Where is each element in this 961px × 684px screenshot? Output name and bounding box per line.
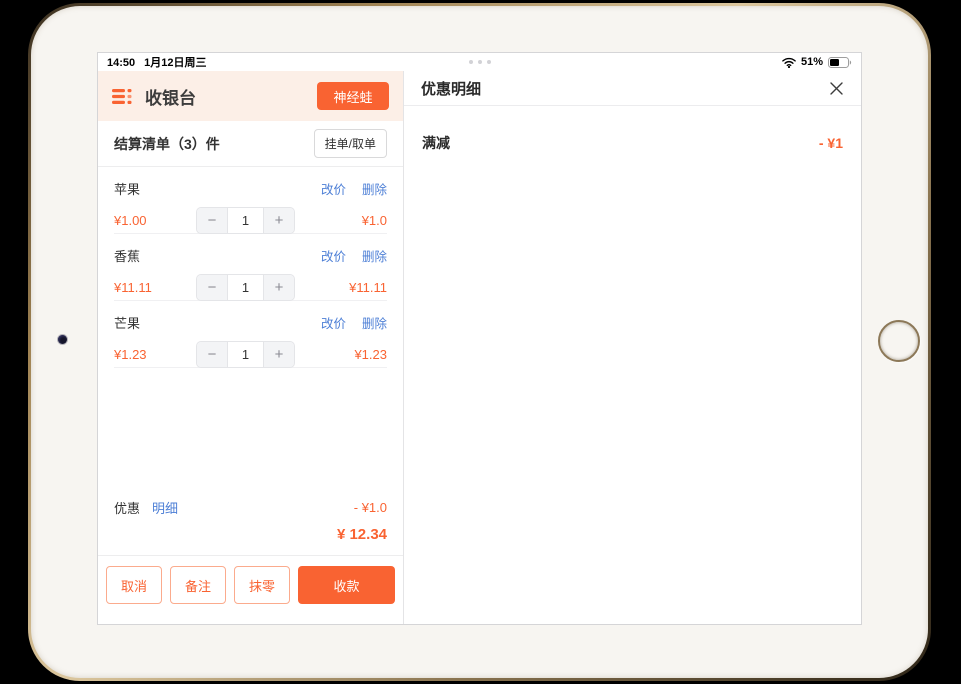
increase-qty-button[interactable]: +	[264, 275, 294, 300]
quantity-stepper: − 1 +	[196, 207, 295, 234]
qty-value: 1	[227, 275, 264, 300]
status-date: 1月12日周三	[144, 57, 206, 69]
app-screen: 14:50 1月12日周三 51%	[97, 52, 862, 625]
cart-item-row: 芒果 改价 删除 ¥1.23 − 1 +	[98, 301, 403, 368]
discount-row-value: - ¥1	[819, 135, 843, 151]
item-name: 苹果	[114, 179, 140, 198]
screenshot-stage: 14:50 1月12日周三 51%	[0, 0, 961, 684]
qty-value: 1	[227, 208, 264, 233]
status-bar: 14:50 1月12日周三 51%	[98, 53, 861, 71]
checkout-button[interactable]: 收款	[298, 566, 395, 604]
round-off-button[interactable]: 抹零	[234, 566, 290, 604]
delete-item-link[interactable]: 删除	[362, 313, 387, 332]
order-summary: 优惠 明细 - ¥1.0 ¥ 12.34	[98, 498, 403, 555]
change-price-link[interactable]: 改价	[321, 179, 346, 198]
cart-item-row: 香蕉 改价 删除 ¥11.11 − 1 +	[98, 234, 403, 301]
discount-row-label: 满减	[422, 133, 450, 153]
status-right: 51%	[782, 56, 852, 68]
hold-retrieve-order-button[interactable]: 挂单/取单	[314, 129, 387, 158]
cashier-header: 收银台 神经蛙	[98, 71, 403, 121]
close-icon[interactable]	[829, 81, 844, 96]
item-line-total: ¥1.0	[315, 213, 387, 228]
cashier-panel: 收银台 神经蛙 结算清单（3）件 挂单/取单 苹果 改价 删除	[98, 71, 404, 624]
discount-panel-title: 优惠明细	[421, 78, 481, 99]
action-bar: 取消 备注 抹零 收款	[98, 555, 403, 624]
checkout-list-title: 结算清单（3）件	[114, 134, 220, 154]
item-name: 香蕉	[114, 246, 140, 265]
discount-detail-link[interactable]: 明细	[152, 498, 178, 517]
increase-qty-button[interactable]: +	[264, 342, 294, 367]
item-name: 芒果	[114, 313, 140, 332]
item-unit-price: ¥11.11	[114, 280, 186, 295]
status-time: 14:50	[107, 57, 135, 69]
battery-icon	[828, 57, 852, 68]
quantity-stepper: − 1 +	[196, 341, 295, 368]
delete-item-link[interactable]: 删除	[362, 246, 387, 265]
quantity-stepper: − 1 +	[196, 274, 295, 301]
item-unit-price: ¥1.00	[114, 213, 186, 228]
cancel-button[interactable]: 取消	[106, 566, 162, 604]
checkout-list-header: 结算清单（3）件 挂单/取单	[98, 121, 403, 167]
change-price-link[interactable]: 改价	[321, 246, 346, 265]
decrease-qty-button[interactable]: −	[197, 342, 227, 367]
front-camera	[58, 335, 67, 344]
item-unit-price: ¥1.23	[114, 347, 186, 362]
order-total: ¥ 12.34	[114, 526, 387, 543]
battery-percent: 51%	[801, 56, 823, 68]
decrease-qty-button[interactable]: −	[197, 275, 227, 300]
menu-list-icon	[112, 88, 133, 105]
change-price-link[interactable]: 改价	[321, 313, 346, 332]
decrease-qty-button[interactable]: −	[197, 208, 227, 233]
cart-item-row: 苹果 改价 删除 ¥1.00 − 1 +	[98, 167, 403, 234]
item-line-total: ¥11.11	[315, 280, 387, 295]
note-button[interactable]: 备注	[170, 566, 226, 604]
discount-panel-header: 优惠明细	[404, 71, 861, 106]
wifi-icon	[782, 57, 796, 68]
page-title: 收银台	[145, 84, 196, 109]
status-left: 14:50 1月12日周三	[107, 54, 216, 70]
discount-detail-panel: 优惠明细 满减 - ¥1	[404, 71, 861, 624]
brand-button[interactable]: 神经蛙	[317, 82, 389, 110]
delete-item-link[interactable]: 删除	[362, 179, 387, 198]
qty-value: 1	[227, 342, 264, 367]
item-line-total: ¥1.23	[315, 347, 387, 362]
discount-row: 满减 - ¥1	[404, 133, 861, 153]
app-content: 收银台 神经蛙 结算清单（3）件 挂单/取单 苹果 改价 删除	[98, 71, 861, 624]
discount-label: 优惠	[114, 498, 140, 517]
home-button[interactable]	[878, 320, 920, 362]
multitask-dots-icon	[469, 60, 491, 64]
discount-amount: - ¥1.0	[354, 500, 387, 515]
increase-qty-button[interactable]: +	[264, 208, 294, 233]
